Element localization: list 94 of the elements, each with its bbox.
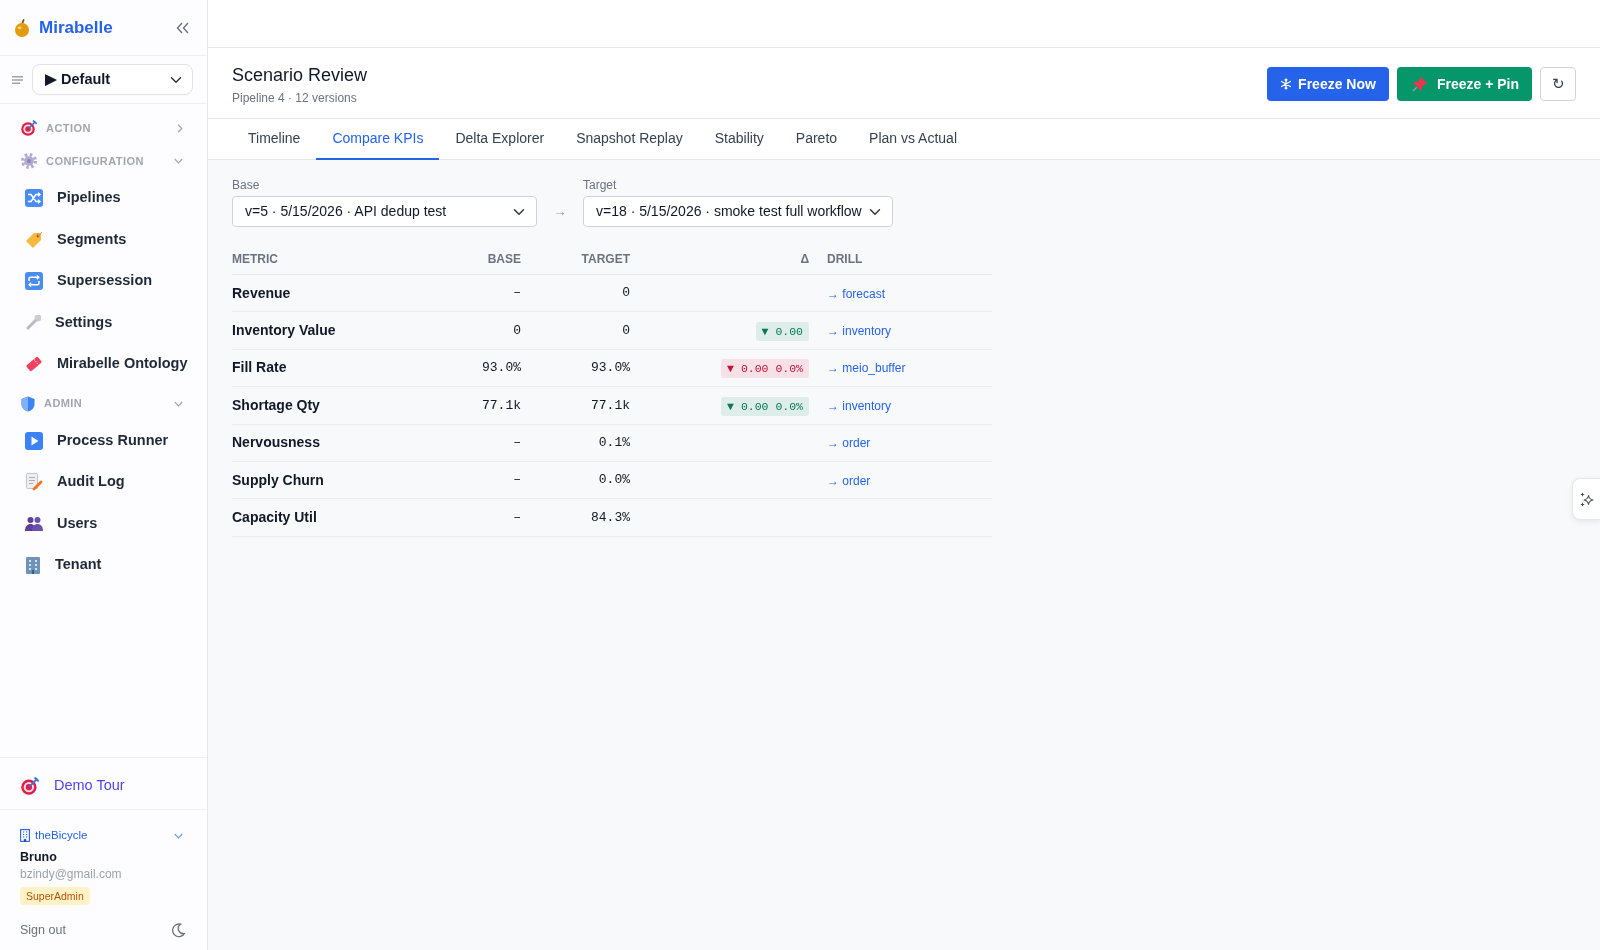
tab[interactable]: Compare KPIs bbox=[316, 119, 440, 160]
drill-link[interactable]: → meio_buffer bbox=[827, 361, 906, 376]
shield-icon bbox=[21, 395, 35, 412]
document-icon bbox=[25, 473, 43, 492]
base-select[interactable]: v=5 · 5/15/2026 · API dedup test bbox=[232, 196, 537, 227]
drill-link[interactable]: → order bbox=[827, 436, 871, 451]
drill-link[interactable]: → forecast bbox=[827, 286, 886, 301]
tenant-switcher[interactable]: theBicycle bbox=[20, 827, 187, 845]
nav-item[interactable]: Supersession bbox=[0, 260, 207, 302]
tag-icon bbox=[25, 230, 43, 249]
column-header: BASE bbox=[487, 251, 521, 268]
drill-link[interactable]: → order bbox=[827, 473, 871, 488]
target-icon bbox=[21, 776, 39, 795]
metric-name: Capacity Util bbox=[232, 508, 318, 528]
column-header: TARGET bbox=[581, 251, 630, 268]
nav-item[interactable]: Audit Log bbox=[0, 461, 207, 503]
tab[interactable]: Stability bbox=[698, 119, 780, 160]
target-value: 0 bbox=[622, 284, 630, 303]
target-value: 0 bbox=[622, 321, 630, 340]
menu-icon[interactable] bbox=[12, 75, 23, 84]
drill-link[interactable]: → inventory bbox=[827, 398, 892, 413]
nav-item[interactable]: Users bbox=[0, 503, 207, 545]
tab[interactable]: Pareto bbox=[779, 119, 854, 160]
nav-item[interactable]: Process Runner bbox=[0, 420, 207, 462]
base-value: – bbox=[513, 471, 521, 490]
workspace-select[interactable]: ▶ Default bbox=[32, 64, 193, 95]
base-value: 93.0% bbox=[482, 359, 521, 378]
target-value: 0.1% bbox=[598, 434, 630, 452]
freeze-pin-button[interactable]: Freeze + Pin bbox=[1396, 67, 1532, 101]
moon-icon[interactable] bbox=[171, 923, 185, 939]
target-select[interactable]: v=18 · 5/15/2026 · smoke test full workflow bbox=[583, 196, 893, 227]
play-icon bbox=[25, 431, 43, 450]
sign-out-link[interactable]: Sign out bbox=[20, 921, 66, 940]
role-badge: SuperAdmin bbox=[20, 887, 90, 906]
tab[interactable]: Plan vs Actual bbox=[853, 119, 973, 160]
sparkle-icon bbox=[1579, 491, 1594, 507]
target-value: 93.0% bbox=[591, 359, 630, 378]
metric-name: Revenue bbox=[232, 283, 292, 303]
field-label: Base bbox=[232, 177, 261, 193]
shuffle-icon bbox=[25, 189, 43, 208]
base-value: – bbox=[513, 284, 521, 303]
arrow-separator: → bbox=[552, 202, 568, 221]
metric-name: Supply Churn bbox=[232, 470, 325, 490]
building-icon bbox=[25, 556, 41, 575]
base-value: 0 bbox=[513, 321, 521, 340]
metric-name: Nervousness bbox=[232, 433, 321, 453]
chevron-down-icon bbox=[174, 832, 183, 839]
page-subtitle: Pipeline 4 · 12 versions bbox=[232, 89, 358, 107]
field-label: Target bbox=[583, 177, 618, 193]
metric-name: Inventory Value bbox=[232, 321, 337, 341]
assistant-button[interactable] bbox=[1572, 478, 1600, 520]
user-email: bzindy@gmail.com bbox=[20, 866, 123, 884]
freeze-button[interactable]: Freeze Now bbox=[1267, 67, 1389, 101]
target-value: 84.3% bbox=[591, 508, 630, 527]
building-icon bbox=[20, 829, 30, 843]
column-header: METRIC bbox=[232, 251, 279, 268]
chevrons-left-icon[interactable] bbox=[176, 21, 189, 34]
chevron-down-icon bbox=[174, 158, 183, 164]
refresh-button[interactable]: ↻ bbox=[1540, 67, 1576, 101]
tab[interactable]: Delta Explorer bbox=[439, 119, 561, 160]
user-name: Bruno bbox=[20, 849, 58, 867]
snowflake-icon bbox=[1280, 78, 1293, 90]
demo-tour-link[interactable]: Demo Tour bbox=[21, 774, 125, 797]
nav-item[interactable]: Mirabelle Ontology bbox=[0, 343, 207, 385]
users-icon bbox=[25, 516, 43, 532]
pushpin-icon bbox=[1411, 76, 1428, 92]
delta-badge: ▼ 0.00 0.0% bbox=[721, 359, 809, 379]
target-value: 0.0% bbox=[598, 471, 630, 490]
repeat-icon bbox=[25, 272, 43, 291]
target-value: 77.1k bbox=[591, 396, 630, 415]
column-header: Δ bbox=[800, 251, 809, 268]
metric-name: Fill Rate bbox=[232, 358, 288, 378]
drill-link[interactable]: → inventory bbox=[827, 324, 892, 339]
base-value: – bbox=[513, 508, 521, 527]
column-header: DRILL bbox=[826, 251, 864, 268]
chevron-right-icon bbox=[177, 123, 183, 133]
target-icon bbox=[21, 120, 37, 136]
nav-item[interactable]: Settings bbox=[0, 302, 207, 344]
brand-name: Mirabelle bbox=[39, 16, 113, 39]
page-title: Scenario Review bbox=[232, 63, 368, 86]
base-value: 77.1k bbox=[482, 396, 521, 415]
gear-icon bbox=[21, 153, 37, 169]
wrench-icon bbox=[25, 314, 41, 331]
delta-badge: ▼ 0.00 0.0% bbox=[721, 396, 809, 416]
nav-item[interactable]: Segments bbox=[0, 219, 207, 261]
tab[interactable]: Timeline bbox=[232, 119, 317, 160]
base-value: – bbox=[513, 434, 521, 452]
metric-name: Shortage Qty bbox=[232, 395, 321, 415]
tab[interactable]: Snapshot Replay bbox=[560, 119, 699, 160]
nav-item[interactable]: Tenant bbox=[0, 544, 207, 586]
chevron-down-icon bbox=[174, 400, 183, 407]
fruit-icon bbox=[14, 18, 30, 37]
nav-item[interactable]: Pipelines bbox=[0, 177, 207, 219]
delta-badge: ▼ 0.00 bbox=[755, 322, 809, 342]
